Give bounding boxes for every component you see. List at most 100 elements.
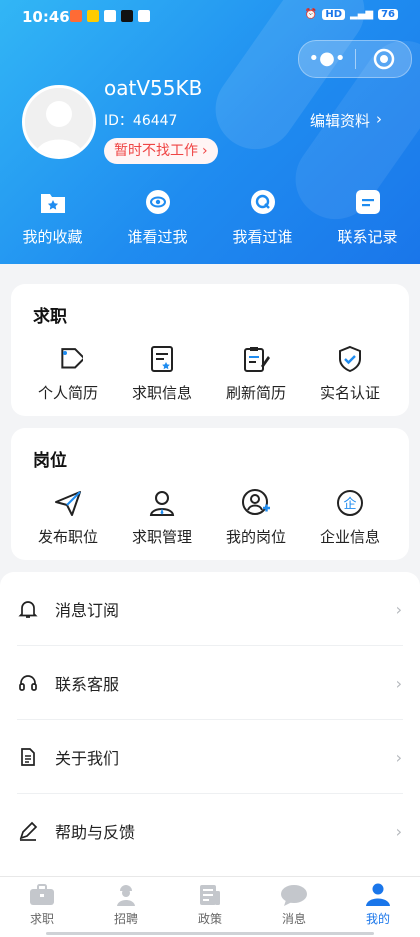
grid-item-label: 个人简历	[37, 384, 98, 402]
chat-icon	[280, 883, 308, 907]
tab-messages[interactable]: 消息	[252, 877, 336, 937]
more-menu-icon[interactable]: •●•	[299, 41, 355, 77]
profile-header: 10:46 ⏰ HD ▂▄▆ 76 •●• oatV55KB ID：46447	[0, 0, 420, 264]
svg-text:企: 企	[343, 496, 356, 512]
grid-item-refresh-resume[interactable]: 刷新简历	[209, 342, 303, 403]
default-avatar-icon	[25, 88, 93, 156]
home-indicator	[46, 932, 374, 935]
user-id: ID：46447	[104, 113, 178, 129]
signal-icon: ▂▄▆	[350, 9, 374, 20]
job-seeking-grid: 个人简历 求职信息 刷新简历 实名认证	[11, 342, 409, 403]
tab-mine[interactable]: 我的	[336, 877, 420, 937]
user-tie-icon	[145, 486, 179, 520]
positions-card: 岗位 发布职位 求职管理 我的岗位 企 企业信息	[11, 428, 409, 560]
status-bar: 10:46 ⏰ HD ▂▄▆ 76	[0, 0, 420, 34]
chevron-right-icon: ›	[395, 747, 402, 767]
quick-action-i-viewed[interactable]: 我看过谁	[210, 188, 315, 252]
grid-item-company-info[interactable]: 企 企业信息	[303, 486, 397, 547]
section-title: 岗位	[33, 451, 67, 471]
menu-item-subscriptions[interactable]: 消息订阅 ›	[0, 572, 420, 646]
quick-action-label: 我看过谁	[232, 228, 293, 246]
settings-list: 消息订阅 › 联系客服 › 关于我们 › 帮助与反馈 ›	[0, 572, 420, 876]
tiktok-icon	[121, 10, 133, 22]
headset-icon	[17, 672, 39, 694]
grid-item-post-job[interactable]: 发布职位	[21, 486, 115, 547]
tab-job-seeking[interactable]: 求职	[0, 877, 84, 937]
grid-item-verification[interactable]: 实名认证	[303, 342, 397, 403]
menu-item-label: 消息订阅	[55, 601, 120, 620]
grid-item-job-info[interactable]: 求职信息	[115, 342, 209, 403]
grid-item-label: 刷新简历	[225, 384, 286, 402]
grid-item-label: 企业信息	[319, 528, 380, 546]
job-status-button[interactable]: 暂时不找工作 ›	[104, 138, 218, 164]
bottom-tab-bar: 求职 招聘 政策 消息 我的	[0, 876, 420, 937]
menu-item-help-feedback[interactable]: 帮助与反馈 ›	[0, 794, 420, 868]
section-title: 求职	[33, 307, 67, 327]
menu-item-label: 关于我们	[55, 749, 120, 768]
user-icon	[364, 883, 392, 907]
quick-action-favorites[interactable]: 我的收藏	[0, 188, 105, 252]
tab-label: 我的	[365, 912, 390, 926]
message-icon	[354, 188, 382, 216]
status-time: 10:46	[22, 8, 70, 26]
worker-icon	[112, 883, 140, 907]
menu-item-label: 联系客服	[55, 675, 120, 694]
positions-grid: 发布职位 求职管理 我的岗位 企 企业信息	[11, 486, 409, 547]
chevron-right-icon: ›	[202, 143, 208, 159]
chevron-right-icon: ›	[395, 599, 402, 619]
grid-item-label: 实名认证	[319, 384, 380, 402]
tab-policy[interactable]: 政策	[168, 877, 252, 937]
clipboard-edit-icon	[239, 342, 273, 376]
grid-item-application-management[interactable]: 求职管理	[115, 486, 209, 547]
quick-action-viewed-me[interactable]: 谁看过我	[105, 188, 210, 252]
document-star-icon	[145, 342, 179, 376]
bell-icon	[17, 598, 39, 620]
shield-check-icon	[333, 342, 367, 376]
grid-item-label: 求职管理	[131, 528, 192, 546]
newspaper-icon	[196, 883, 224, 907]
grid-item-my-positions[interactable]: 我的岗位	[209, 486, 303, 547]
quick-action-contact-records[interactable]: 联系记录	[315, 188, 420, 252]
grid-item-label: 我的岗位	[225, 528, 286, 546]
chevron-right-icon: ›	[376, 110, 383, 128]
avatar[interactable]	[22, 85, 96, 159]
menu-item-about-us[interactable]: 关于我们 ›	[0, 720, 420, 794]
chevron-right-icon: ›	[395, 821, 402, 841]
feedback-icon	[17, 820, 39, 842]
grid-item-resume[interactable]: 个人简历	[21, 342, 115, 403]
close-miniprogram-icon[interactable]	[356, 48, 411, 70]
quick-action-label: 我的收藏	[22, 228, 83, 246]
app-notification-icon	[138, 10, 150, 22]
send-icon	[51, 486, 85, 520]
quick-action-label: 联系记录	[337, 228, 398, 246]
miniprogram-capsule: •●•	[298, 40, 412, 78]
edit-profile-label: 编辑资料	[310, 112, 371, 130]
menu-item-customer-service[interactable]: 联系客服 ›	[0, 646, 420, 720]
system-status: ⏰ HD ▂▄▆ 76	[305, 9, 398, 20]
chevron-right-icon: ›	[395, 673, 402, 693]
grid-item-label: 发布职位	[37, 528, 98, 546]
app-notification-icon	[87, 10, 99, 22]
edit-profile-link[interactable]: 编辑资料 ›	[310, 110, 382, 131]
document-icon	[17, 746, 39, 768]
quick-actions: 我的收藏 谁看过我 我看过谁 联系记录	[0, 188, 420, 252]
battery-level: 76	[378, 9, 398, 20]
star-folder-icon	[39, 188, 67, 216]
alarm-icon: ⏰	[304, 9, 318, 20]
job-status-label: 暂时不找工作	[114, 143, 198, 159]
hd-icon: HD	[322, 9, 345, 20]
tab-label: 政策	[197, 912, 222, 926]
tab-label: 招聘	[113, 912, 138, 926]
grid-item-label: 求职信息	[131, 384, 192, 402]
tab-recruitment[interactable]: 招聘	[84, 877, 168, 937]
tag-icon	[51, 342, 85, 376]
briefcase-icon	[28, 883, 56, 907]
wechat-icon	[104, 10, 116, 22]
notification-icons	[70, 10, 150, 22]
app-notification-icon	[70, 10, 82, 22]
quick-action-label: 谁看过我	[127, 228, 188, 246]
username: oatV55KB	[104, 76, 203, 100]
tab-label: 消息	[281, 912, 306, 926]
eye-icon	[144, 188, 172, 216]
search-q-icon	[249, 188, 277, 216]
